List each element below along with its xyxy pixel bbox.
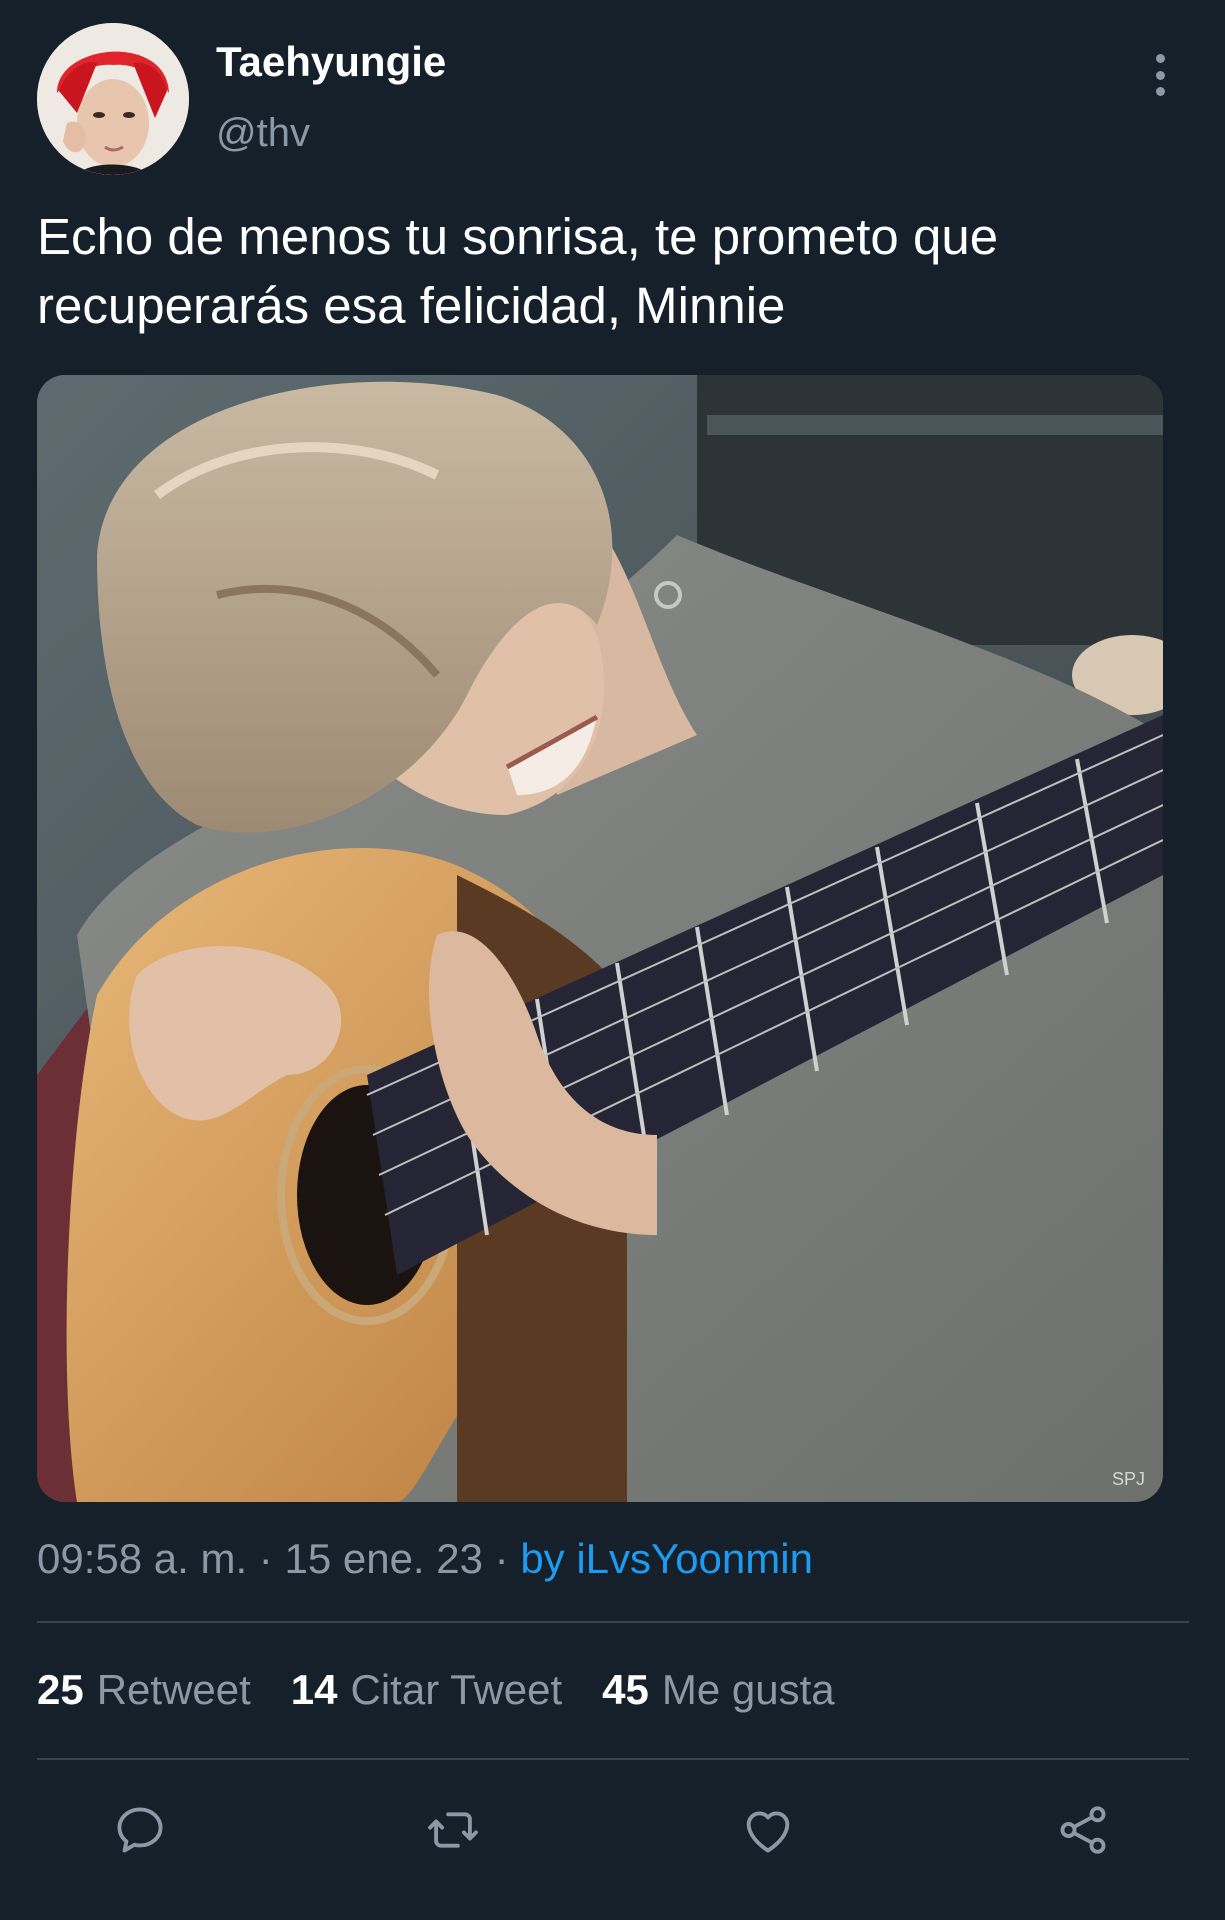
display-name[interactable]: Taehyungie bbox=[216, 36, 446, 88]
user-handle[interactable]: @thv bbox=[216, 108, 310, 158]
like-count: 45 bbox=[602, 1666, 649, 1713]
avatar[interactable] bbox=[37, 23, 189, 175]
reply-icon bbox=[117, 1807, 163, 1853]
like-icon bbox=[746, 1811, 790, 1853]
tweet-media[interactable]: SPJ bbox=[37, 375, 1163, 1502]
meta-separator: · bbox=[258, 1535, 273, 1582]
divider bbox=[37, 1621, 1189, 1623]
share-icon bbox=[1060, 1806, 1106, 1854]
more-dot bbox=[1155, 70, 1165, 80]
retweet-count: 25 bbox=[37, 1666, 84, 1713]
retweet-button[interactable] bbox=[423, 1800, 483, 1860]
meta-separator: · bbox=[494, 1535, 509, 1582]
more-dot bbox=[1155, 87, 1165, 96]
guitar-photo: SPJ bbox=[37, 375, 1163, 1502]
like-stat[interactable]: 45 Me gusta bbox=[602, 1663, 834, 1717]
more-dot bbox=[1155, 54, 1165, 63]
engagement-stats: 25 Retweet 14 Citar Tweet 45 Me gusta bbox=[37, 1663, 875, 1717]
quote-tweet-count: 14 bbox=[290, 1666, 338, 1713]
tweet-date: 15 ene. 23 bbox=[284, 1535, 483, 1582]
media-watermark: SPJ bbox=[1112, 1469, 1145, 1489]
share-button[interactable] bbox=[1053, 1800, 1113, 1860]
tweet-source-link[interactable]: by iLvsYoonmin bbox=[520, 1535, 813, 1582]
retweet-icon bbox=[428, 1812, 478, 1848]
quote-tweet-stat[interactable]: 14 Citar Tweet bbox=[291, 1663, 562, 1717]
avatar-image bbox=[37, 23, 189, 175]
like-button[interactable] bbox=[738, 1800, 798, 1860]
like-label: Me gusta bbox=[661, 1666, 835, 1713]
tweet-time: 09:58 a. m. bbox=[37, 1535, 248, 1582]
divider bbox=[37, 1758, 1189, 1760]
tweet-text: Echo de menos tu sonrisa, te prometo que… bbox=[37, 208, 999, 334]
retweet-stat[interactable]: 25 Retweet bbox=[37, 1663, 251, 1717]
tweet-meta: 09:58 a. m. · 15 ene. 23 · by iLvsYoonmi… bbox=[37, 1532, 813, 1586]
tweet-actions bbox=[0, 1800, 1225, 1860]
more-options-icon[interactable] bbox=[1143, 50, 1177, 100]
reply-button[interactable] bbox=[110, 1800, 170, 1860]
quote-tweet-label: Citar Tweet bbox=[350, 1666, 563, 1713]
retweet-label: Retweet bbox=[96, 1666, 251, 1713]
